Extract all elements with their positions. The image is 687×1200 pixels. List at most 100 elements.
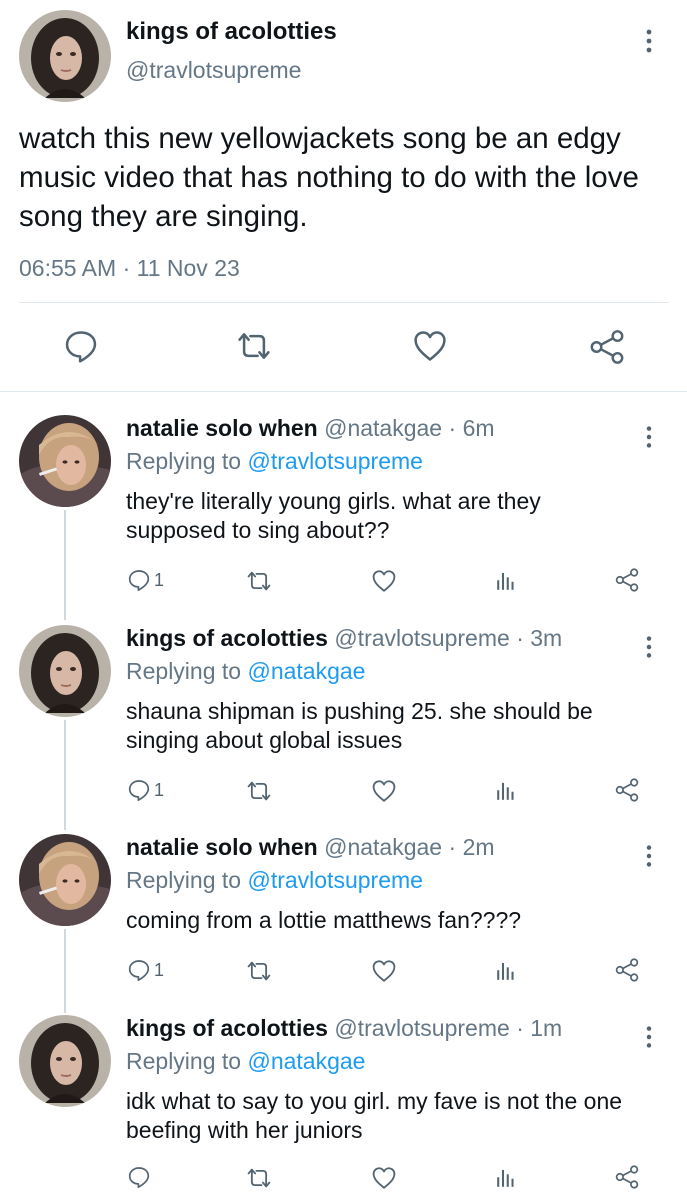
tweet-date: 11 Nov 23 xyxy=(136,255,240,281)
reply-author-handle[interactable]: @natakgae xyxy=(324,415,442,441)
like-icon[interactable] xyxy=(371,778,397,804)
replying-to: Replying to @natakgae xyxy=(126,658,365,685)
like-icon[interactable] xyxy=(371,1165,397,1191)
tweet-timestamp: 06:55 AM · 11 Nov 23 xyxy=(19,255,240,282)
like-icon[interactable] xyxy=(412,328,448,364)
more-options-icon[interactable] xyxy=(639,842,659,870)
stats-action[interactable] xyxy=(495,1167,517,1189)
share-action[interactable] xyxy=(614,567,640,593)
replying-to-link[interactable]: @travlotsupreme xyxy=(247,448,422,474)
reply-icon[interactable] xyxy=(63,328,99,364)
thread-line xyxy=(64,720,66,830)
reply-item[interactable]: natalie solo when @natakgae · 2m Replyin… xyxy=(0,834,687,1014)
retweet-icon[interactable] xyxy=(244,778,274,804)
author-handle[interactable]: @travlotsupreme xyxy=(126,57,301,84)
stats-action[interactable] xyxy=(495,570,517,592)
replying-to: Replying to @travlotsupreme xyxy=(126,867,423,894)
share-action[interactable] xyxy=(614,777,640,803)
reply-action[interactable]: 1 xyxy=(127,568,164,592)
reply-time: 3m xyxy=(530,625,563,651)
share-icon[interactable] xyxy=(588,328,626,366)
share-icon[interactable] xyxy=(614,957,640,983)
tweet-time: 06:55 AM xyxy=(19,255,117,281)
stats-icon[interactable] xyxy=(495,570,517,592)
reply-author-handle[interactable]: @travlotsupreme xyxy=(334,1015,509,1041)
replying-to: Replying to @natakgae xyxy=(126,1048,365,1075)
author-name[interactable]: kings of acolotties xyxy=(126,18,337,46)
replying-to-link[interactable]: @travlotsupreme xyxy=(247,867,422,893)
retweet-icon[interactable] xyxy=(244,958,274,984)
reply-author-name[interactable]: kings of acolotties xyxy=(126,625,328,651)
reply-item[interactable]: kings of acolotties @travlotsupreme · 3m… xyxy=(0,625,687,830)
replying-label: Replying to xyxy=(126,448,242,474)
stats-icon[interactable] xyxy=(495,960,517,982)
tweet-text: watch this new yellowjackets song be an … xyxy=(19,122,639,233)
divider xyxy=(19,302,669,303)
reply-avatar[interactable] xyxy=(19,625,111,717)
reply-author-name[interactable]: kings of acolotties xyxy=(126,1015,328,1041)
more-options-icon[interactable] xyxy=(639,633,659,661)
reply-author-handle[interactable]: @natakgae xyxy=(324,834,442,860)
share-action[interactable] xyxy=(614,1164,640,1190)
stats-icon[interactable] xyxy=(495,1167,517,1189)
like-action[interactable] xyxy=(371,958,397,984)
reply-author-handle[interactable]: @travlotsupreme xyxy=(334,625,509,651)
reply-header: natalie solo when @natakgae · 2m xyxy=(126,834,495,861)
reply-header: kings of acolotties @travlotsupreme · 3m xyxy=(126,625,562,652)
retweet-action[interactable] xyxy=(244,1165,274,1191)
share-icon[interactable] xyxy=(614,1164,640,1190)
reply-text: shauna shipman is pushing 25. she should… xyxy=(126,698,593,753)
share-icon[interactable] xyxy=(614,777,640,803)
reply-icon[interactable] xyxy=(127,1165,151,1189)
retweet-icon[interactable] xyxy=(244,568,274,594)
like-action[interactable] xyxy=(371,778,397,804)
more-options-icon[interactable] xyxy=(639,1023,659,1051)
retweet-action[interactable] xyxy=(244,778,274,804)
reply-item[interactable]: kings of acolotties @travlotsupreme · 1m… xyxy=(0,1015,687,1200)
like-action[interactable] xyxy=(371,1165,397,1191)
retweet-icon[interactable] xyxy=(233,328,275,364)
retweet-action[interactable] xyxy=(244,958,274,984)
reply-time: 1m xyxy=(530,1015,563,1041)
reply-icon[interactable] xyxy=(127,778,151,802)
stats-action[interactable] xyxy=(495,780,517,802)
reply-separator: · xyxy=(516,1015,524,1041)
more-options-icon[interactable] xyxy=(639,26,659,56)
reply-icon[interactable] xyxy=(127,568,151,592)
replying-label: Replying to xyxy=(126,658,242,684)
reply-author-name[interactable]: natalie solo when xyxy=(126,415,318,441)
reply-action[interactable]: 1 xyxy=(127,958,164,982)
reply-header: kings of acolotties @travlotsupreme · 1m xyxy=(126,1015,562,1042)
author-avatar[interactable] xyxy=(19,10,111,102)
share-action[interactable] xyxy=(614,957,640,983)
thread-line xyxy=(64,929,66,1013)
like-icon[interactable] xyxy=(371,568,397,594)
reply-count: 1 xyxy=(154,959,165,980)
reply-text: they're literally young girls. what are … xyxy=(126,488,541,543)
reply-action[interactable] xyxy=(127,1165,154,1189)
reply-item[interactable]: natalie solo when @natakgae · 6m Replyin… xyxy=(0,415,687,620)
reply-time: 2m xyxy=(462,834,495,860)
stats-icon[interactable] xyxy=(495,780,517,802)
share-icon[interactable] xyxy=(614,567,640,593)
reply-separator: · xyxy=(448,834,457,860)
replying-to-link[interactable]: @natakgae xyxy=(247,658,365,684)
reply-separator: · xyxy=(448,415,457,441)
replying-to-link[interactable]: @natakgae xyxy=(247,1048,365,1074)
reply-avatar[interactable] xyxy=(19,415,111,507)
retweet-action[interactable] xyxy=(244,568,274,594)
like-action[interactable] xyxy=(371,568,397,594)
reply-avatar[interactable] xyxy=(19,1015,111,1107)
stats-action[interactable] xyxy=(495,960,517,982)
retweet-icon[interactable] xyxy=(244,1165,274,1191)
like-icon[interactable] xyxy=(371,958,397,984)
reply-author-name[interactable]: natalie solo when xyxy=(126,834,318,860)
meta-separator: · xyxy=(122,255,131,281)
reply-text: idk what to say to you girl. my fave is … xyxy=(126,1088,623,1143)
reply-avatar[interactable] xyxy=(19,834,111,926)
reply-action[interactable]: 1 xyxy=(127,778,164,802)
reply-icon[interactable] xyxy=(127,958,151,982)
thread-line xyxy=(64,510,66,620)
more-options-icon[interactable] xyxy=(639,423,659,451)
reply-header: natalie solo when @natakgae · 6m xyxy=(126,415,495,442)
